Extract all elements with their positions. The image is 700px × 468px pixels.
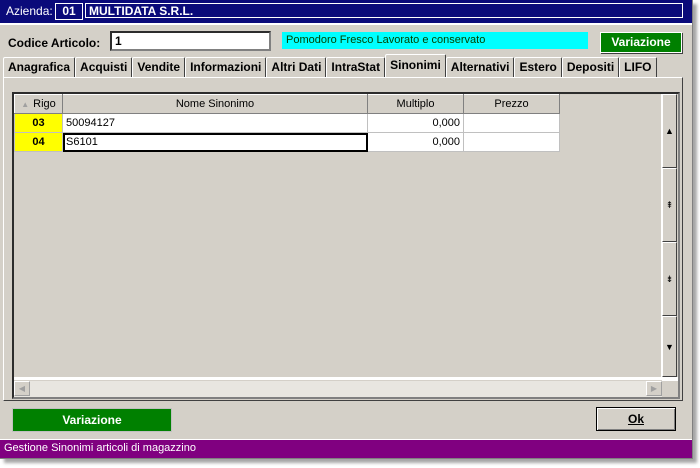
col-header-label: Rigo — [33, 98, 56, 110]
variazione-top-button[interactable]: Variazione — [600, 32, 682, 53]
page-down-button[interactable]: ⇟ — [662, 242, 677, 316]
header-row: ▲ Rigo Nome Sinonimo Multiplo Prezzo — [14, 94, 560, 114]
vertical-scrollbar[interactable]: ▲ ⇞ ⇟ ▼ — [661, 94, 678, 377]
cell-prezzo[interactable] — [463, 132, 560, 152]
tab-estero[interactable]: Estero — [514, 57, 562, 77]
tab-alternativi[interactable]: Alternativi — [445, 57, 515, 77]
status-bar: Gestione Sinonimi articoli di magazzino — [0, 439, 692, 458]
tab-depositi[interactable]: Depositi — [561, 57, 620, 77]
cell-multiplo[interactable]: 0,000 — [367, 132, 464, 152]
scroll-up-button[interactable]: ▲ — [662, 94, 677, 168]
tab-label: Vendite — [137, 60, 181, 74]
tab-label: Acquisti — [80, 60, 128, 74]
sinonimi-grid[interactable]: ▲ Rigo Nome Sinonimo Multiplo Prezzo 03 5… — [12, 92, 680, 399]
table-row[interactable]: 03 50094127 0,000 — [14, 113, 560, 133]
tab-informazioni[interactable]: Informazioni — [185, 57, 267, 77]
cell-rigo[interactable]: 04 — [14, 132, 63, 152]
scrollbar-corner — [662, 381, 678, 397]
tab-bar: Anagrafica Acquisti Vendite Informazioni… — [3, 54, 657, 77]
cell-nome-sinonimo-selected[interactable]: S6101 — [62, 132, 368, 152]
tab-intrastat[interactable]: IntraStat — [326, 57, 386, 77]
company-bar: Azienda: 01 MULTIDATA S.R.L. — [0, 0, 692, 25]
tab-altri-dati[interactable]: Altri Dati — [266, 57, 327, 77]
tab-label: Anagrafica — [8, 60, 71, 74]
scroll-down-button[interactable]: ▼ — [662, 316, 677, 377]
company-code: 01 — [55, 3, 83, 20]
cell-prezzo[interactable] — [463, 113, 560, 133]
article-code-input[interactable]: 1 — [110, 31, 271, 51]
tab-acquisti[interactable]: Acquisti — [75, 57, 133, 77]
sort-arrow-icon: ▲ — [21, 100, 30, 109]
tab-label: Alternativi — [450, 60, 510, 74]
article-description: Pomodoro Fresco Lavorato e conservato — [282, 32, 588, 49]
col-header-rigo[interactable]: ▲ Rigo — [14, 94, 63, 114]
variazione-bottom-button[interactable]: Variazione — [12, 408, 172, 432]
app-window: Azienda: 01 MULTIDATA S.R.L. Codice Arti… — [0, 0, 693, 459]
arrow-down-icon: ▼ — [665, 341, 674, 352]
arrow-up-icon: ▲ — [665, 126, 674, 136]
tab-label: Sinonimi — [390, 58, 441, 72]
tab-lifo[interactable]: LIFO — [619, 57, 657, 77]
tab-label: Depositi — [566, 60, 615, 74]
page-up-button[interactable]: ⇞ — [662, 168, 677, 242]
scroll-right-button[interactable]: ▶ — [646, 381, 662, 396]
tab-label: LIFO — [624, 60, 652, 74]
tab-sinonimi[interactable]: Sinonimi — [385, 54, 446, 77]
scroll-left-button[interactable]: ◀ — [14, 381, 30, 396]
tab-label: Estero — [519, 60, 557, 74]
tab-vendite[interactable]: Vendite — [132, 57, 186, 77]
tab-label: Informazioni — [190, 60, 262, 74]
arrow-left-icon: ◀ — [18, 384, 26, 393]
ok-label: Ok — [627, 412, 644, 426]
article-code-label: Codice Articolo: — [8, 36, 101, 50]
sinonimi-table: ▲ Rigo Nome Sinonimo Multiplo Prezzo 03 5… — [14, 94, 560, 152]
col-header-nome[interactable]: Nome Sinonimo — [62, 94, 368, 114]
col-header-multiplo[interactable]: Multiplo — [367, 94, 464, 114]
ok-button[interactable]: Ok — [596, 407, 676, 431]
table-row[interactable]: 04 S6101 0,000 — [14, 132, 560, 152]
company-name: MULTIDATA S.R.L. — [85, 3, 683, 18]
tab-anagrafica[interactable]: Anagrafica — [3, 57, 76, 77]
sinonimi-panel: ▲ Rigo Nome Sinonimo Multiplo Prezzo 03 5… — [3, 77, 683, 401]
company-label: Azienda: — [6, 4, 53, 18]
cell-nome-sinonimo[interactable]: 50094127 — [62, 113, 368, 133]
tab-label: Altri Dati — [271, 60, 322, 74]
tab-label: IntraStat — [331, 60, 381, 74]
horizontal-scrollbar[interactable]: ◀ ▶ — [14, 380, 662, 397]
cell-multiplo[interactable]: 0,000 — [367, 113, 464, 133]
arrow-right-icon: ▶ — [650, 384, 658, 393]
cell-rigo[interactable]: 03 — [14, 113, 63, 133]
col-header-prezzo[interactable]: Prezzo — [463, 94, 560, 114]
double-arrow-up-icon: ⇞ — [665, 199, 674, 210]
double-arrow-down-icon: ⇟ — [665, 273, 674, 284]
